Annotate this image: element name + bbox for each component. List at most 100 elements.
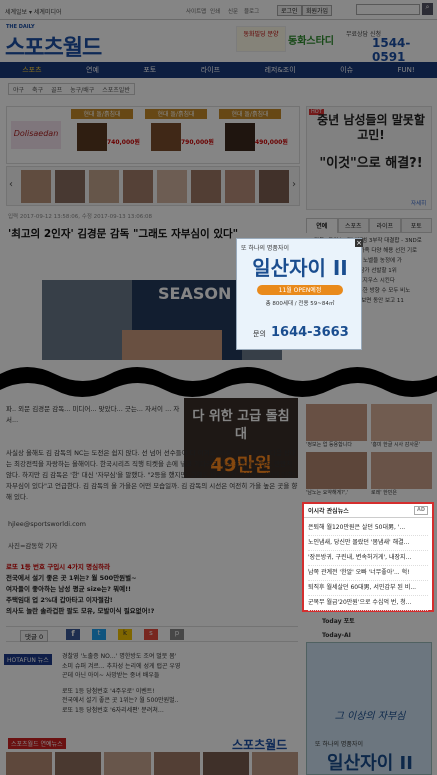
- carousel-thumb[interactable]: [55, 170, 85, 203]
- bed-price-3: 490,000원: [255, 139, 288, 146]
- twitter-icon[interactable]: t: [92, 629, 106, 640]
- promo-link[interactable]: 의사도 놀란 솔라겁판 팔도 모유, 모발이식 필요없어!?: [6, 606, 298, 617]
- bottom-thumb[interactable]: [55, 752, 102, 775]
- nav-item-photo[interactable]: 포토: [143, 65, 156, 75]
- today-photo-label: Today 포토: [322, 618, 355, 625]
- util-link-blog[interactable]: 블로그: [244, 7, 259, 15]
- realtime-news-item[interactable]: 군복무 월급'20만원'으로 수십억 번, 청...: [308, 596, 428, 611]
- sidebar-photo[interactable]: 로레' 한민은: [371, 452, 432, 496]
- bottom-thumb[interactable]: [104, 752, 151, 775]
- hotafun-item[interactable]: 로또 1등 당첨번호 '6자리세편' 분려쳐…: [62, 706, 298, 716]
- carousel-thumb[interactable]: [191, 170, 221, 203]
- right-ad-link[interactable]: 자세히: [411, 199, 426, 207]
- sidebar-photo-caption: '정보는 업 등용합니다: [306, 441, 367, 448]
- header-ad-2[interactable]: 동화스타디: [288, 26, 344, 52]
- util-link-print[interactable]: 인쇄: [210, 7, 220, 15]
- center-ad-phone[interactable]: 1644-3663: [271, 325, 349, 340]
- facebook-icon[interactable]: f: [66, 629, 80, 640]
- share-icon[interactable]: s: [144, 629, 158, 640]
- right-ad[interactable]: HOT 중년 남성들의 말못할 고민! "이것"으로 해결?! 자세히: [306, 106, 432, 210]
- sidebar-photo-grid: '정보는 업 등용합니다 '흥미 한글 시사 감사문' '남노는 요약해게?',…: [306, 404, 432, 496]
- bed-ad-banner[interactable]: Dolisaedan 현대 돌/흙침대 현대 돌/흙침대 현대 돌/흙침대 74…: [6, 106, 300, 164]
- realtime-news-title: 이시각 관심뉴스: [308, 508, 349, 515]
- tab-entertainment[interactable]: 연예: [306, 218, 338, 233]
- affiliate-links[interactable]: 세계일보 ▾ 세계미디어: [5, 7, 62, 16]
- header-phone[interactable]: 1544-0591: [372, 36, 437, 64]
- promo-link[interactable]: 여자들이 좋아하는 남성 평균 size는? 뭐예!!: [6, 584, 298, 595]
- nav-item-issue[interactable]: 이슈: [340, 65, 353, 75]
- promo-link[interactable]: 전국에서 설기 좋은 곳 1위는? 월 500만원벌~: [6, 573, 298, 584]
- tab-photo[interactable]: 포토: [400, 218, 432, 233]
- bed-image-1: [77, 123, 107, 151]
- bottom-thumb[interactable]: [153, 752, 200, 775]
- sidebar-bottom-ad[interactable]: 그 이상의 자부심 또 하나의 명품자이 일산자이 II: [306, 642, 432, 775]
- bottom-logo[interactable]: 스포츠월드: [232, 736, 287, 753]
- photo-cap-text: SEASON: [158, 284, 232, 303]
- carousel-next-icon[interactable]: ›: [292, 179, 296, 190]
- search-input[interactable]: [356, 4, 420, 15]
- hotafun-item[interactable]: 로또 1등 당첨번호 '4주우로' 이벤트!: [62, 687, 298, 697]
- center-popup-ad[interactable]: 또 하나의 명품자이 × 일산자이 II 11월 OPEN예정 총 800세대 …: [236, 238, 363, 350]
- tab-life[interactable]: 라이프: [369, 218, 401, 233]
- bottom-thumb[interactable]: [251, 752, 299, 775]
- subnav-golf[interactable]: 골프: [51, 85, 62, 94]
- nav-item-sports[interactable]: 스포츠: [22, 65, 41, 75]
- nav-item-entertainment[interactable]: 연예: [86, 65, 99, 75]
- hotafun-item[interactable]: 전국에서 설기 좋은 곳 1위는? 월 500만원벌..: [62, 696, 298, 706]
- carousel-thumb[interactable]: [157, 170, 187, 203]
- search-icon[interactable]: ⌕: [422, 3, 433, 15]
- bottom-thumb[interactable]: [202, 752, 249, 775]
- carousel-thumb[interactable]: [259, 170, 289, 203]
- center-ad-title: 일산자이 II: [252, 256, 348, 280]
- subnav-baseball[interactable]: 야구: [13, 85, 24, 94]
- hotafun-item[interactable]: 경찰영 '노출증 NO…' 명한방도 조여 멀뭇 봄': [62, 652, 298, 662]
- bed-ad-title-3: 현대 돌/흙침대: [219, 109, 281, 119]
- nav-item-leisure[interactable]: 레저&조이: [264, 65, 295, 75]
- close-icon[interactable]: ×: [355, 239, 363, 247]
- sidebar-photo[interactable]: '흥미 한글 시사 감사문': [371, 404, 432, 448]
- sidebar-photo[interactable]: '정보는 업 등용합니다: [306, 404, 367, 448]
- center-ad-badge: 11월 OPEN예정: [257, 285, 343, 295]
- realtime-news-item[interactable]: 노인냄새, 당신만 몰랐던 '몸냄새' 해결...: [308, 536, 428, 551]
- hotafun-item[interactable]: 소미 슈퍼 겨르... 추차성 는리에 성게 럽곤 우영: [62, 662, 298, 672]
- center-ad-phone-label: 문의: [253, 330, 266, 338]
- comment-button[interactable]: 댓글 0: [20, 630, 49, 642]
- promo-link[interactable]: 주택임대 업 2%대 갑아타고 이자절감!: [6, 595, 298, 606]
- realtime-news-item[interactable]: 퇴직후 월세살던 60대男, 서민감부 된 비...: [308, 581, 428, 596]
- carousel-thumb[interactable]: [225, 170, 255, 203]
- realtime-news-item[interactable]: '장은방귀, 구린내, 변속허거게', 내장지...: [308, 551, 428, 566]
- subnav-general[interactable]: 스포츠일반: [102, 85, 130, 94]
- carousel-thumb[interactable]: [89, 170, 119, 203]
- login-button[interactable]: 로그인: [277, 5, 302, 16]
- carousel-prev-icon[interactable]: ‹: [9, 179, 13, 190]
- promo-link[interactable]: 로또 1등 번호 구입시 4가지 명심하라: [6, 562, 298, 573]
- realtime-news-item[interactable]: 남쪽 관계전 '한알' 오빠 '너무좋아'... 헉!: [308, 566, 428, 581]
- carousel-thumb[interactable]: [123, 170, 153, 203]
- share-bar: 댓글 0 f t k s p: [6, 626, 298, 642]
- header-ad-1[interactable]: 동화빌딩 분양: [236, 26, 286, 52]
- print-icon[interactable]: p: [170, 629, 184, 640]
- util-link-paper[interactable]: 신문: [228, 7, 238, 15]
- article-body: 사실상 올해도 김 감독의 NC는 도전은 쉽지 않다. 선 넘어 선수들이 다…: [6, 449, 298, 501]
- nav-item-fun[interactable]: FUN!: [397, 66, 414, 74]
- comment-label: 댓글: [25, 633, 37, 641]
- kakao-icon[interactable]: k: [118, 629, 132, 640]
- tab-sports[interactable]: 스포츠: [337, 218, 369, 233]
- nav-item-life[interactable]: 라이프: [201, 65, 220, 75]
- bottom-thumb[interactable]: [6, 752, 53, 775]
- photo-carousel: ‹ ›: [6, 166, 300, 206]
- realtime-news-item[interactable]: 은퇴해 월120만원은 살던 50대男, '...: [308, 521, 428, 536]
- subnav-basketball[interactable]: 농구/배구: [70, 85, 94, 94]
- carousel-thumb[interactable]: [21, 170, 51, 203]
- util-link-sitemap[interactable]: 사이트맵: [186, 7, 206, 15]
- site-logo[interactable]: 스포츠월드: [5, 30, 102, 62]
- sidebar-photo-caption: '흥미 한글 시사 감사문': [371, 441, 432, 448]
- bed-price-2: 790,000원: [181, 139, 214, 146]
- article-date: 입력 2017-09-12 13:58:06, 수정 2017-09-13 13…: [8, 214, 153, 220]
- subnav-soccer[interactable]: 축구: [32, 85, 43, 94]
- sidebar-photo-caption: 로레' 한민은: [371, 489, 432, 496]
- reporter-email[interactable]: hjlee@sportsworldi.com: [8, 520, 86, 528]
- join-button[interactable]: 회원가입: [302, 5, 333, 16]
- hotafun-item[interactable]: 곤데 아닌 아이~ 사망받는 중녀 배우들: [62, 671, 298, 681]
- sidebar-photo[interactable]: '남노는 요약해게?',': [306, 452, 367, 496]
